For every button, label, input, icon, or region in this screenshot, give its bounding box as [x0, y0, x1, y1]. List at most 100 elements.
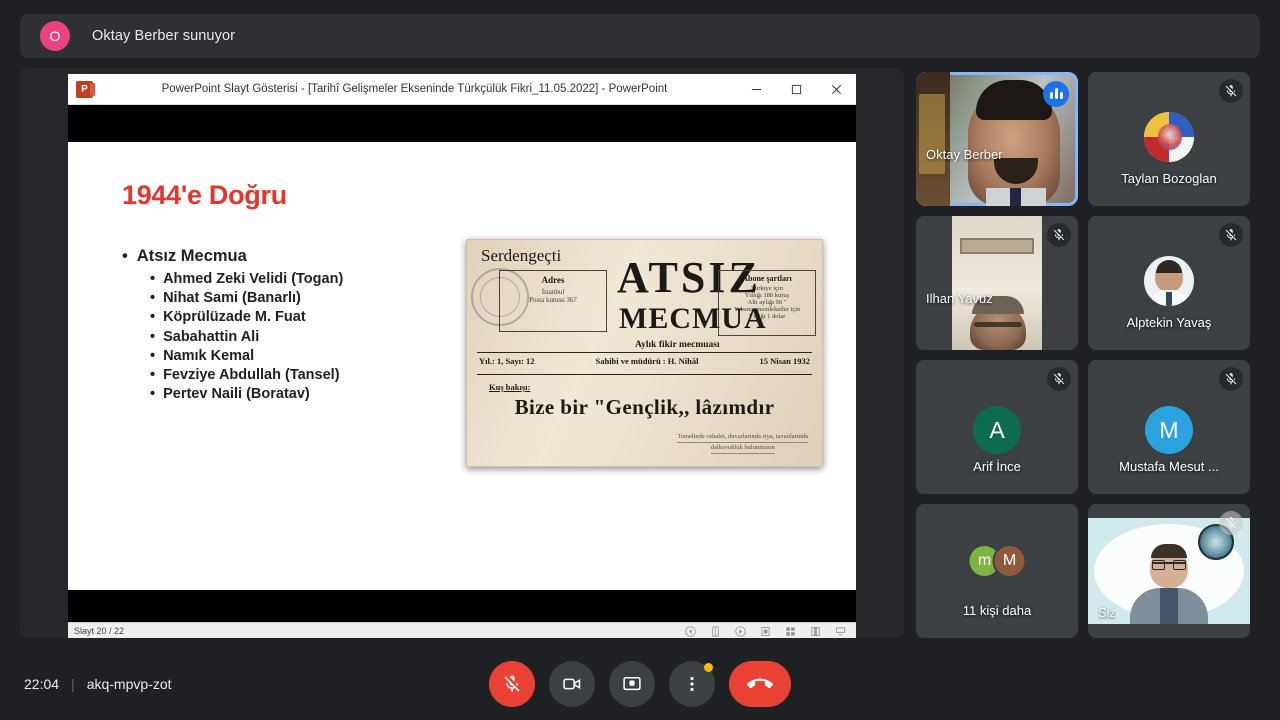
magazine-section-label: Kuş bakışı:	[489, 382, 531, 392]
bullet-text: Nihat Sami (Banarlı)	[163, 290, 301, 307]
list-item: • Ahmed Zeki Velidi (Togan)	[150, 271, 343, 288]
participant-name: Oktay Berber	[926, 147, 1003, 162]
powerpoint-titlebar: P PowerPoint Slayt Gösterisi - [Tarihî G…	[68, 74, 856, 105]
presenter-view-icon[interactable]	[835, 626, 846, 637]
powerpoint-status-bar: Slayt 20 / 22	[68, 622, 856, 638]
bullet-level1: • Atsız Mecmua	[122, 247, 343, 266]
more-people-label: 11 kişi daha	[962, 603, 1032, 618]
magazine-issue: Yıl.: 1, Sayı: 12	[479, 356, 535, 366]
active-speaker-icon	[1043, 81, 1069, 107]
magazine-date: 15 Nisan 1932	[759, 356, 810, 366]
magazine-subscription-title: Abone şartları	[742, 274, 792, 283]
meeting-code: akq-mpvp-zot	[86, 676, 172, 692]
magazine-divider	[477, 352, 812, 353]
magazine-subscription-lines: Türkiye için Yıllığı 180 kuruş Altı aylı…	[733, 285, 801, 320]
bullet-dot-icon: •	[122, 247, 128, 265]
mic-off-icon	[1047, 367, 1071, 391]
participant-tile-ilhan-yavuz[interactable]: Ilhan Yavuz	[916, 216, 1078, 350]
shared-screen-stage[interactable]: P PowerPoint Slayt Gösterisi - [Tarihî G…	[20, 68, 904, 638]
bullet-dot-icon: •	[150, 366, 156, 383]
magazine-address-title: Adres	[541, 275, 565, 285]
present-screen-button[interactable]	[609, 661, 655, 707]
more-options-button[interactable]	[669, 661, 715, 707]
mic-off-icon	[1219, 367, 1243, 391]
bullet-text: Namık Kemal	[163, 347, 255, 364]
mic-off-icon	[1219, 223, 1243, 247]
window-buttons	[736, 74, 856, 104]
all-slides-icon[interactable]	[760, 626, 771, 637]
participant-tile-more-people[interactable]: m M 11 kişi daha	[916, 504, 1078, 638]
magazine-divider	[477, 374, 812, 375]
magazine-headline: Bize bir "Gençlik,, lâzımdır	[514, 395, 775, 419]
list-item: • Köprülüzade M. Fuat	[150, 309, 343, 326]
pen-tool-icon[interactable]	[710, 626, 721, 637]
bullet-dot-icon: •	[150, 309, 156, 326]
magazine-footnote-line2: dalkavukluk bulunmasın	[710, 443, 775, 454]
powerpoint-window-title: PowerPoint Slayt Gösterisi - [Tarihî Gel…	[161, 83, 668, 95]
list-item: • Nihat Sami (Banarlı)	[150, 290, 343, 307]
slide-canvas: 1944'e Doğru • Atsız Mecmua • Ahmed Zeki…	[68, 142, 856, 590]
bullet-dot-icon: •	[150, 328, 156, 345]
magazine-footnote-line1: Temelinde cehalet, duvarlarında riya, ta…	[677, 432, 808, 443]
magazine-subscription-box: Abone şartları Türkiye için Yıllığı 180 …	[718, 270, 816, 336]
list-item: • Namık Kemal	[150, 348, 343, 365]
slideshow-body: 1944'e Doğru • Atsız Mecmua • Ahmed Zeki…	[68, 105, 856, 638]
magazine-cover-image: Serdengeçti Adres İstanbul Posta kutusu …	[466, 239, 823, 467]
avatar-initial: A	[973, 406, 1021, 454]
magazine-address-box: Adres İstanbul Posta kutusu 367	[499, 270, 607, 332]
overflow-avatars: m M	[967, 544, 1027, 578]
participant-tile-oktay-berber[interactable]: Oktay Berber	[916, 72, 1078, 206]
zoom-icon[interactable]	[810, 626, 821, 637]
next-slide-icon[interactable]	[735, 625, 746, 637]
magazine-meta-line: Yıl.: 1, Sayı: 12 Sahibi ve müdürü : H. …	[479, 356, 810, 366]
close-button[interactable]	[816, 74, 856, 104]
participant-tile-arif-ince[interactable]: A Arif İnce	[916, 360, 1078, 494]
participant-name: Alptekin Yavaş	[1126, 315, 1212, 330]
magazine-address-lines: İstanbul Posta kutusu 367	[529, 288, 577, 304]
participant-name: Siz	[1098, 605, 1117, 620]
call-controls	[489, 661, 791, 707]
slide-bullet-list: • Atsız Mecmua • Ahmed Zeki Velidi (Toga…	[122, 247, 343, 405]
participant-name: Mustafa Mesut ...	[1119, 459, 1219, 474]
microphone-off-button[interactable]	[489, 661, 535, 707]
participant-grid: Oktay Berber Taylan Bozoglan Ilhan Yavuz…	[916, 72, 1260, 638]
meta-separator: |	[71, 676, 75, 692]
previous-slide-icon[interactable]	[685, 625, 696, 637]
meeting-info: 22:04 | akq-mpvp-zot	[24, 676, 172, 692]
magazine-tagline: Aylık fikir mecmuası	[635, 340, 720, 350]
bullet-text: Fevziye Abdullah (Tansel)	[163, 366, 340, 383]
end-call-button[interactable]	[729, 661, 791, 707]
camera-button[interactable]	[549, 661, 595, 707]
google-meet-window: O Oktay Berber sunuyor P PowerPoint Slay…	[0, 0, 1280, 720]
mic-off-icon	[1047, 223, 1071, 247]
slide-title: 1944'e Doğru	[122, 180, 287, 210]
list-item: • Pertev Naili (Boratav)	[150, 386, 343, 403]
participant-tile-alptekin-yavas[interactable]: Alptekin Yavaş	[1088, 216, 1250, 350]
maximize-button[interactable]	[776, 74, 816, 104]
participant-tile-taylan-bozoglan[interactable]: Taylan Bozoglan	[1088, 72, 1250, 206]
presenter-avatar: O	[40, 21, 70, 51]
mic-off-icon	[1219, 79, 1243, 103]
overflow-avatar-2: M	[992, 544, 1027, 578]
slide-counter: Slayt 20 / 22	[74, 626, 125, 636]
participant-tile-self[interactable]: Siz	[1088, 504, 1250, 638]
bullet-text: Köprülüzade M. Fuat	[163, 309, 306, 326]
bullet-text: Ahmed Zeki Velidi (Togan)	[163, 271, 344, 287]
bullet-dot-icon: •	[150, 271, 156, 287]
presenting-banner: O Oktay Berber sunuyor	[20, 14, 1260, 58]
powerpoint-window: P PowerPoint Slayt Gösterisi - [Tarihî G…	[68, 74, 856, 638]
magazine-masthead-left: Serdengeçti	[481, 246, 562, 265]
participant-tile-mustafa-mesut[interactable]: M Mustafa Mesut ...	[1088, 360, 1250, 494]
grid-view-icon[interactable]	[785, 626, 796, 637]
bullet-level1-text: Atsız Mecmua	[136, 247, 247, 265]
avatar-initial: M	[1145, 406, 1193, 454]
bullet-text: Sabahattin Ali	[163, 328, 260, 345]
participant-name: Ilhan Yavuz	[926, 291, 993, 306]
bullet-dot-icon: •	[150, 386, 156, 403]
minimize-button[interactable]	[736, 74, 776, 104]
presenting-banner-text: Oktay Berber sunuyor	[92, 28, 236, 44]
slideshow-nav-icons	[685, 625, 856, 637]
magazine-owner: Sahibi ve müdürü : H. Nihâl	[595, 356, 699, 366]
avatar	[1144, 112, 1194, 162]
bullet-dot-icon: •	[150, 347, 156, 364]
